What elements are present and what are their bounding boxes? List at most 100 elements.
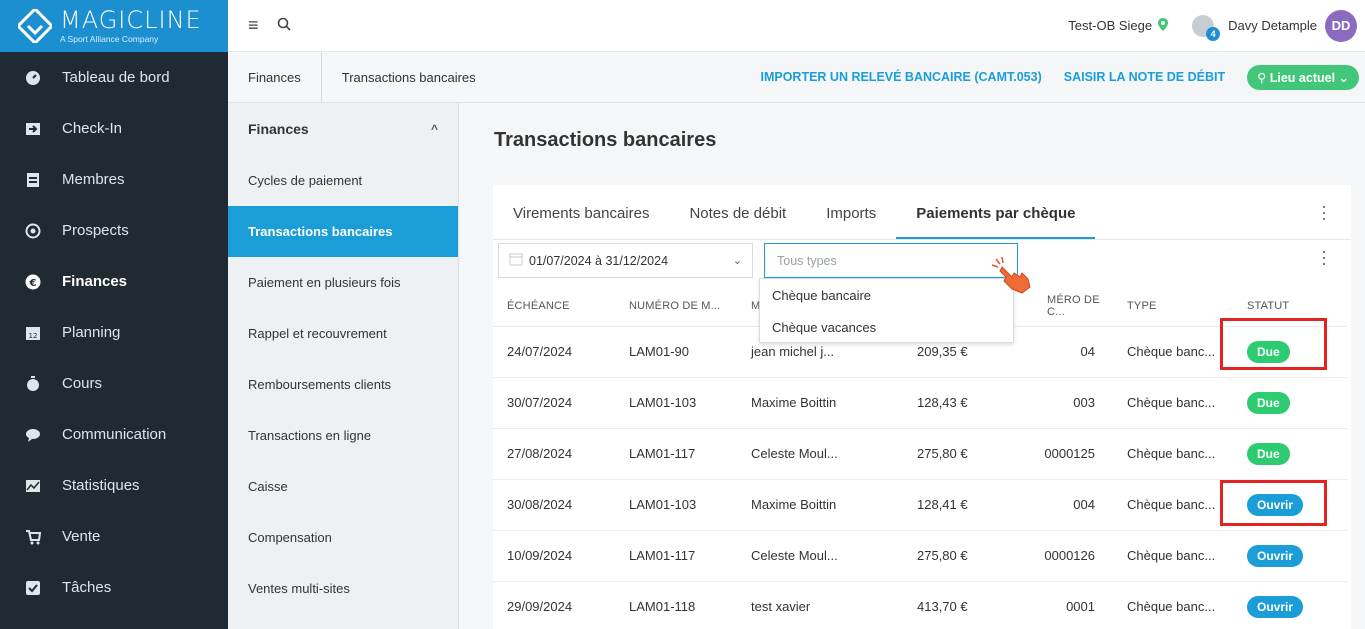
tab-1[interactable]: Notes de débit	[669, 205, 806, 239]
sidebar-item-label: Planning	[62, 324, 121, 341]
sidebar-item-label: Statistiques	[62, 477, 140, 494]
import-statement-button[interactable]: IMPORTER UN RELEVÉ BANCAIRE (CAMT.053)	[760, 70, 1041, 84]
tab-0[interactable]: Virements bancaires	[493, 205, 669, 239]
cell-amount: 413,70 €	[903, 581, 1033, 629]
finance-submenu: Finances ^ Cycles de paiement Transaction…	[228, 103, 459, 629]
sidebar-item-communication[interactable]: Communication	[0, 409, 228, 460]
breadcrumb-finances[interactable]: Finances	[228, 52, 322, 102]
type-dropdown-menu: Chèque bancaire Chèque vacances	[759, 278, 1014, 343]
sidebar-item-label: Check-In	[62, 120, 123, 137]
sidebar-item-prospects[interactable]: Prospects	[0, 205, 228, 256]
members-icon	[24, 171, 42, 189]
cell-member: Celeste Moul...	[737, 530, 903, 582]
location-pin-icon	[1158, 17, 1169, 34]
sidebar-item-planning[interactable]: 12 Planning	[0, 307, 228, 358]
cell-date: 30/08/2024	[493, 479, 615, 531]
cell-amount: 128,41 €	[903, 479, 1033, 531]
submenu-item[interactable]: Remboursements clients	[228, 359, 458, 410]
cell-cheque: 04	[1033, 326, 1113, 378]
column-header[interactable]: TYPE	[1113, 286, 1233, 327]
submenu-item[interactable]: Cycles de paiement	[228, 155, 458, 206]
option-cheque-vacances[interactable]: Chèque vacances	[760, 311, 1013, 343]
sidebar-item-tableau-de-bord[interactable]: Tableau de bord	[0, 52, 228, 103]
submenu-item[interactable]: Rappel et recouvrement	[228, 308, 458, 359]
column-header[interactable]: MÉRO DE C...	[1033, 286, 1113, 327]
submenu-item[interactable]: Caisse	[228, 461, 458, 512]
submenu-item[interactable]: Paiement en plusieurs fois	[228, 257, 458, 308]
sidebar-item-label: Finances	[62, 273, 128, 290]
chart-icon	[24, 477, 42, 495]
search-icon[interactable]	[277, 17, 291, 34]
cell-member: test xavier	[737, 581, 903, 629]
status-badge[interactable]: Due	[1247, 391, 1290, 414]
location-selector[interactable]: Test-OB Siege	[1068, 17, 1169, 34]
chevron-down-icon: ⌄	[732, 255, 742, 267]
cell-cheque: 0001	[1033, 581, 1113, 629]
sidebar-item-finances[interactable]: € Finances	[0, 256, 228, 307]
avatar[interactable]: DD	[1325, 9, 1357, 42]
tab-bar: Virements bancaires Notes de débit Imports…	[493, 185, 1351, 240]
cell-date: 30/07/2024	[493, 377, 615, 429]
brand-logo[interactable]: MAGICLINE A Sport Alliance Company	[0, 0, 228, 52]
check-in-icon	[24, 120, 42, 138]
cell-cheque: 003	[1033, 377, 1113, 429]
table-row[interactable]: 30/07/2024 LAM01-103 Maxime Boittin 128,43 …	[493, 377, 1347, 429]
cell-cheque: 0000126	[1033, 530, 1113, 582]
submenu-header[interactable]: Finances ^	[228, 103, 458, 155]
svg-text:12: 12	[29, 332, 38, 340]
cell-member: Celeste Moul...	[737, 428, 903, 480]
column-header[interactable]: ÉCHÉANCE	[493, 286, 615, 327]
sidebar-item-label: Tableau de bord	[62, 69, 170, 86]
sidebar-item-label: Membres	[62, 171, 125, 188]
brand-name: MAGICLINE	[60, 6, 202, 35]
submenu-item[interactable]: Transactions bancaires	[228, 206, 458, 257]
user-name[interactable]: Davy Detample	[1228, 18, 1317, 33]
cart-icon	[24, 528, 42, 546]
date-range-filter[interactable]: 01/07/2024 à 31/12/2024 ⌄	[498, 243, 753, 278]
status-badge[interactable]: Ouvrir	[1247, 595, 1304, 618]
breadcrumb: Finances Transactions bancaires IMPORTER…	[228, 52, 1365, 103]
downloads-icon[interactable]: 4	[1192, 14, 1221, 41]
table-row[interactable]: 29/09/2024 LAM01-118 test xavier 413,70 €00…	[493, 581, 1347, 629]
table-row[interactable]: 10/09/2024 LAM01-117 Celeste Moul... 275,80…	[493, 530, 1347, 582]
pointer-hand-icon	[991, 256, 1031, 294]
status-cell: Due	[1233, 377, 1347, 429]
option-cheque-bancaire[interactable]: Chèque bancaire	[760, 279, 1013, 311]
type-filter-select[interactable]: Tous types	[764, 243, 1018, 278]
sidebar-item-vente[interactable]: Vente	[0, 511, 228, 562]
date-range-value: 01/07/2024 à 31/12/2024	[529, 253, 669, 268]
status-badge[interactable]: Ouvrir	[1247, 544, 1304, 567]
status-cell: Ouvrir	[1233, 581, 1347, 629]
submenu-item[interactable]: Compensation	[228, 512, 458, 563]
sidebar-item-label: Vente	[62, 528, 101, 545]
submenu-item[interactable]: Ventes multi-sites	[228, 563, 458, 614]
cell-date: 29/09/2024	[493, 581, 615, 629]
cell-date: 27/08/2024	[493, 428, 615, 480]
main-sidebar: MAGICLINE A Sport Alliance Company Table…	[0, 0, 228, 629]
filters-more-icon[interactable]: · · ·	[1321, 242, 1327, 272]
status-badge[interactable]: Due	[1247, 442, 1290, 465]
sidebar-item-check-in[interactable]: Check-In	[0, 103, 228, 154]
location-label: Test-OB Siege	[1068, 18, 1153, 33]
chat-icon	[24, 426, 42, 444]
downloads-count: 4	[1206, 26, 1221, 41]
menu-icon[interactable]: ≡	[248, 15, 259, 36]
table-row[interactable]: 30/08/2024 LAM01-103 Maxime Boittin 128,41 …	[493, 479, 1347, 531]
sidebar-item-membres[interactable]: Membres	[0, 154, 228, 205]
submenu-item[interactable]: Transactions en ligne	[228, 410, 458, 461]
checkbox-icon	[24, 579, 42, 597]
cell-type: Chèque banc...	[1113, 530, 1233, 582]
sidebar-item-statistiques[interactable]: Statistiques	[0, 460, 228, 511]
cell-amount: 275,80 €	[903, 530, 1033, 582]
tab-3[interactable]: Paiements par chèque	[896, 205, 1096, 239]
tab-2[interactable]: Imports	[806, 205, 896, 239]
table-row[interactable]: 27/08/2024 LAM01-117 Celeste Moul... 275,80…	[493, 428, 1347, 480]
filters-row: 01/07/2024 à 31/12/2024 ⌄ Tous types · · ·	[498, 242, 1351, 281]
sidebar-item-cours[interactable]: Cours	[0, 358, 228, 409]
enter-debit-note-button[interactable]: SAISIR LA NOTE DE DÉBIT	[1064, 70, 1225, 84]
current-location-button[interactable]: ⚲ Lieu actuel ⌄	[1247, 64, 1359, 90]
column-header[interactable]: NUMÉRO DE M...	[615, 286, 737, 327]
sidebar-item-t-ches[interactable]: Tâches	[0, 562, 228, 613]
tabs-more-icon[interactable]: · · ·	[1321, 197, 1327, 227]
calendar-icon	[509, 252, 523, 269]
